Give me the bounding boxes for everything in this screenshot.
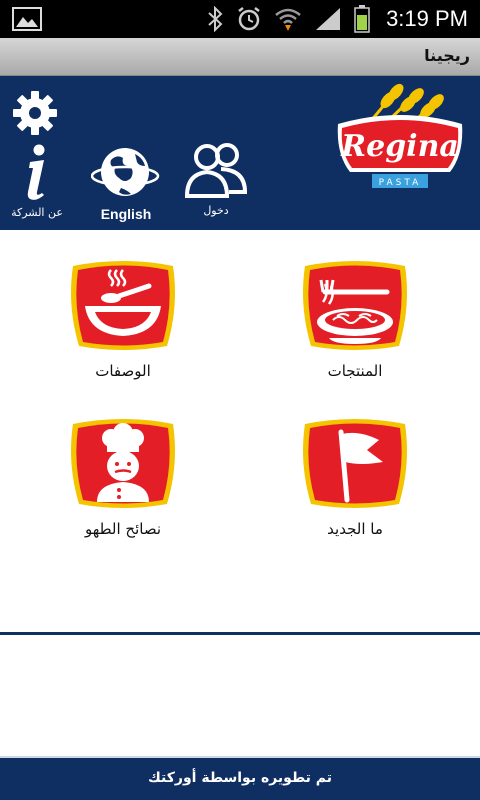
battery-icon (354, 5, 370, 33)
app-title: ريجينا (424, 46, 470, 65)
about-company-label: عن الشركة (11, 206, 63, 219)
language-label: English (100, 206, 152, 222)
products-tile[interactable]: المنتجات (270, 258, 440, 380)
globe-icon (91, 148, 160, 196)
users-icon (184, 143, 248, 198)
status-icons (206, 5, 370, 33)
language-button[interactable]: English (88, 144, 164, 222)
whats-new-label: ما الجديد (327, 520, 383, 538)
content-divider (0, 632, 480, 635)
status-time: 3:19 PM (386, 6, 468, 31)
gallery-notification-icon (12, 7, 42, 31)
products-label: المنتجات (327, 362, 383, 380)
chef-icon (71, 419, 175, 508)
app-title-bar: ريجينا (0, 38, 480, 76)
header: عن الشركة English دخول Regina PASTA (0, 76, 480, 230)
recipes-tile[interactable]: الوصفات (38, 258, 208, 380)
info-icon (27, 144, 45, 200)
about-company-button[interactable]: عن الشركة (8, 144, 66, 219)
footer: تم تطويره بواسطة أوركتك (0, 756, 480, 800)
bluetooth-icon (208, 6, 223, 32)
signal-icon (316, 8, 340, 30)
alarm-icon (238, 7, 260, 31)
whats-new-tile[interactable]: ما الجديد (270, 416, 440, 538)
pasta-plate-icon (303, 261, 407, 350)
flag-icon (303, 419, 407, 508)
developer-credit: تم تطويره بواسطة أوركتك (148, 770, 332, 786)
cooking-tips-label: نصائح الطهو (84, 520, 162, 538)
logo-text: Regina (340, 129, 459, 164)
status-bar: 3:19 PM (0, 0, 480, 38)
cooking-bowl-icon (71, 261, 175, 350)
login-label: دخول (203, 204, 229, 217)
logo-subtext: PASTA (379, 178, 422, 188)
wifi-icon (275, 8, 301, 31)
cooking-tips-tile[interactable]: نصائح الطهو (38, 416, 208, 538)
recipes-label: الوصفات (95, 362, 151, 380)
settings-button[interactable] (12, 90, 58, 136)
regina-logo: Regina PASTA (337, 83, 463, 188)
gear-icon (13, 91, 57, 135)
login-button[interactable]: دخول (178, 140, 254, 217)
